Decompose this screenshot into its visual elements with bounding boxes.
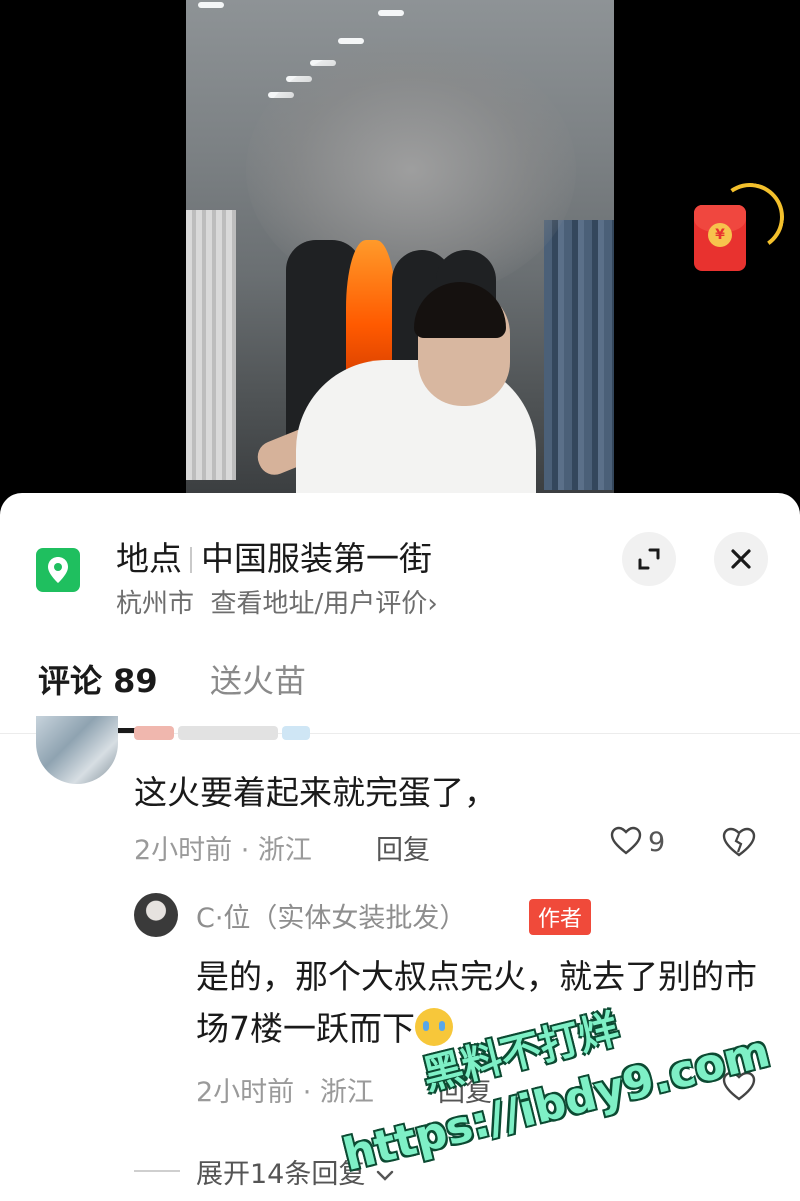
- divider: [134, 1170, 180, 1172]
- location-label: 地点: [116, 539, 182, 578]
- heart-icon: [610, 826, 642, 855]
- broken-heart-icon: [722, 827, 756, 857]
- expand-button[interactable]: [622, 532, 676, 586]
- location-subtitle[interactable]: 杭州市 查看地址/用户评价›: [116, 583, 438, 620]
- reply-button[interactable]: 回复: [376, 828, 430, 867]
- tab-comments[interactable]: 评论 89: [38, 656, 158, 702]
- expand-replies-button[interactable]: 展开14条回复: [196, 1152, 396, 1191]
- close-icon: [731, 549, 751, 569]
- location-name: 中国服装第一街: [201, 539, 432, 578]
- red-envelope-icon[interactable]: ¥: [694, 177, 790, 271]
- view-address-link[interactable]: 查看地址/用户评价: [211, 589, 428, 619]
- tab-send-fire[interactable]: 送火苗: [210, 656, 306, 702]
- comment-username-obscured: [132, 726, 312, 744]
- crying-emoji-icon: [415, 1008, 453, 1046]
- reply-text: 是的，那个大叔点完火，就去了别的市场7楼一跃而下: [196, 951, 776, 1055]
- divider: [0, 733, 800, 734]
- map-pin-icon: [36, 548, 80, 592]
- expand-icon: [638, 548, 660, 570]
- reply-username[interactable]: C·位（实体女装批发）: [196, 896, 466, 935]
- video-frame: [186, 0, 614, 500]
- video-player[interactable]: [0, 0, 800, 500]
- divider: [190, 547, 192, 573]
- reply-button[interactable]: 回复: [438, 1070, 492, 1109]
- author-badge: 作者: [529, 899, 592, 935]
- location-title[interactable]: 地点 中国服装第一街: [116, 532, 432, 580]
- like-button[interactable]: [722, 1070, 756, 1106]
- heart-icon: [722, 1071, 756, 1101]
- chevron-down-icon: [376, 1170, 394, 1181]
- avatar[interactable]: [134, 893, 178, 937]
- close-button[interactable]: [714, 532, 768, 586]
- dislike-button[interactable]: [722, 826, 756, 862]
- like-button[interactable]: 9: [610, 826, 665, 858]
- reply-text-content: 是的，那个大叔点完火，就去了别的市场7楼一跃而下: [196, 957, 757, 1048]
- comment-text: 这火要着起来就完蛋了，: [134, 773, 497, 812]
- chevron-right-icon: ›: [427, 589, 438, 619]
- like-count: 9: [648, 827, 666, 858]
- location-city: 杭州市: [116, 589, 195, 619]
- comment-meta: 2小时前 · 浙江: [134, 835, 312, 866]
- expand-replies-label: 展开14条回复: [196, 1159, 366, 1190]
- reply-meta: 2小时前 · 浙江: [196, 1077, 374, 1108]
